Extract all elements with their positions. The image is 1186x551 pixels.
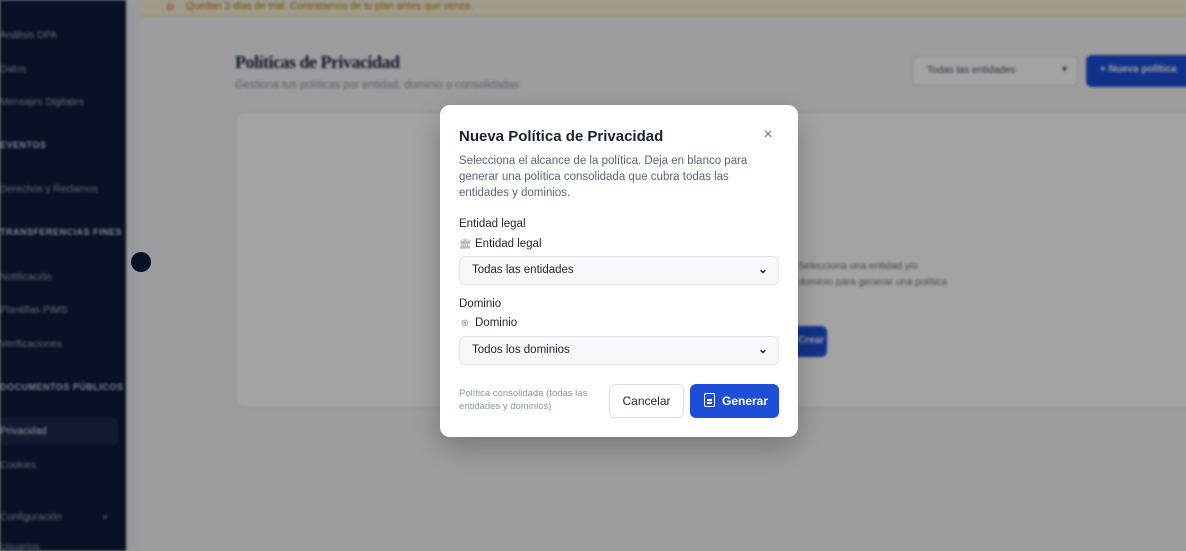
building-icon: 🏛 bbox=[459, 239, 472, 250]
entity-select-value: Todas las entidades bbox=[472, 264, 574, 276]
new-policy-dialog: Nueva Política de Privacidad × Seleccion… bbox=[440, 105, 798, 437]
domain-field-label: Dominio bbox=[459, 298, 502, 310]
generate-button[interactable]: Generar bbox=[690, 384, 779, 418]
dialog-title: Nueva Política de Privacidad bbox=[459, 128, 664, 145]
domain-sub-label-text: Dominio bbox=[475, 317, 518, 329]
document-icon bbox=[704, 393, 715, 407]
close-icon[interactable]: × bbox=[760, 127, 776, 143]
domain-select[interactable]: Todos los dominios ⌄ bbox=[459, 336, 779, 365]
globe-icon: ⊕ bbox=[460, 318, 470, 329]
domain-select-value: Todos los dominios bbox=[472, 344, 570, 356]
entity-field-label: Entidad legal bbox=[459, 218, 526, 230]
chevron-down-icon: ⌄ bbox=[757, 262, 768, 276]
entity-sub-label-text: Entidad legal bbox=[475, 238, 542, 250]
cancel-button[interactable]: Cancelar bbox=[609, 384, 684, 418]
chevron-down-icon: ⌄ bbox=[757, 342, 768, 356]
dialog-description: Selecciona el alcance de la política. De… bbox=[459, 155, 748, 199]
generate-button-label: Generar bbox=[722, 394, 769, 408]
scope-summary-note: Política consolidada (todas las entidade… bbox=[459, 388, 588, 412]
domain-sub-label: ⊕ Dominio bbox=[459, 317, 517, 329]
entity-sub-label: 🏛 Entidad legal bbox=[459, 238, 542, 250]
entity-select[interactable]: Todas las entidades ⌄ bbox=[459, 256, 779, 285]
